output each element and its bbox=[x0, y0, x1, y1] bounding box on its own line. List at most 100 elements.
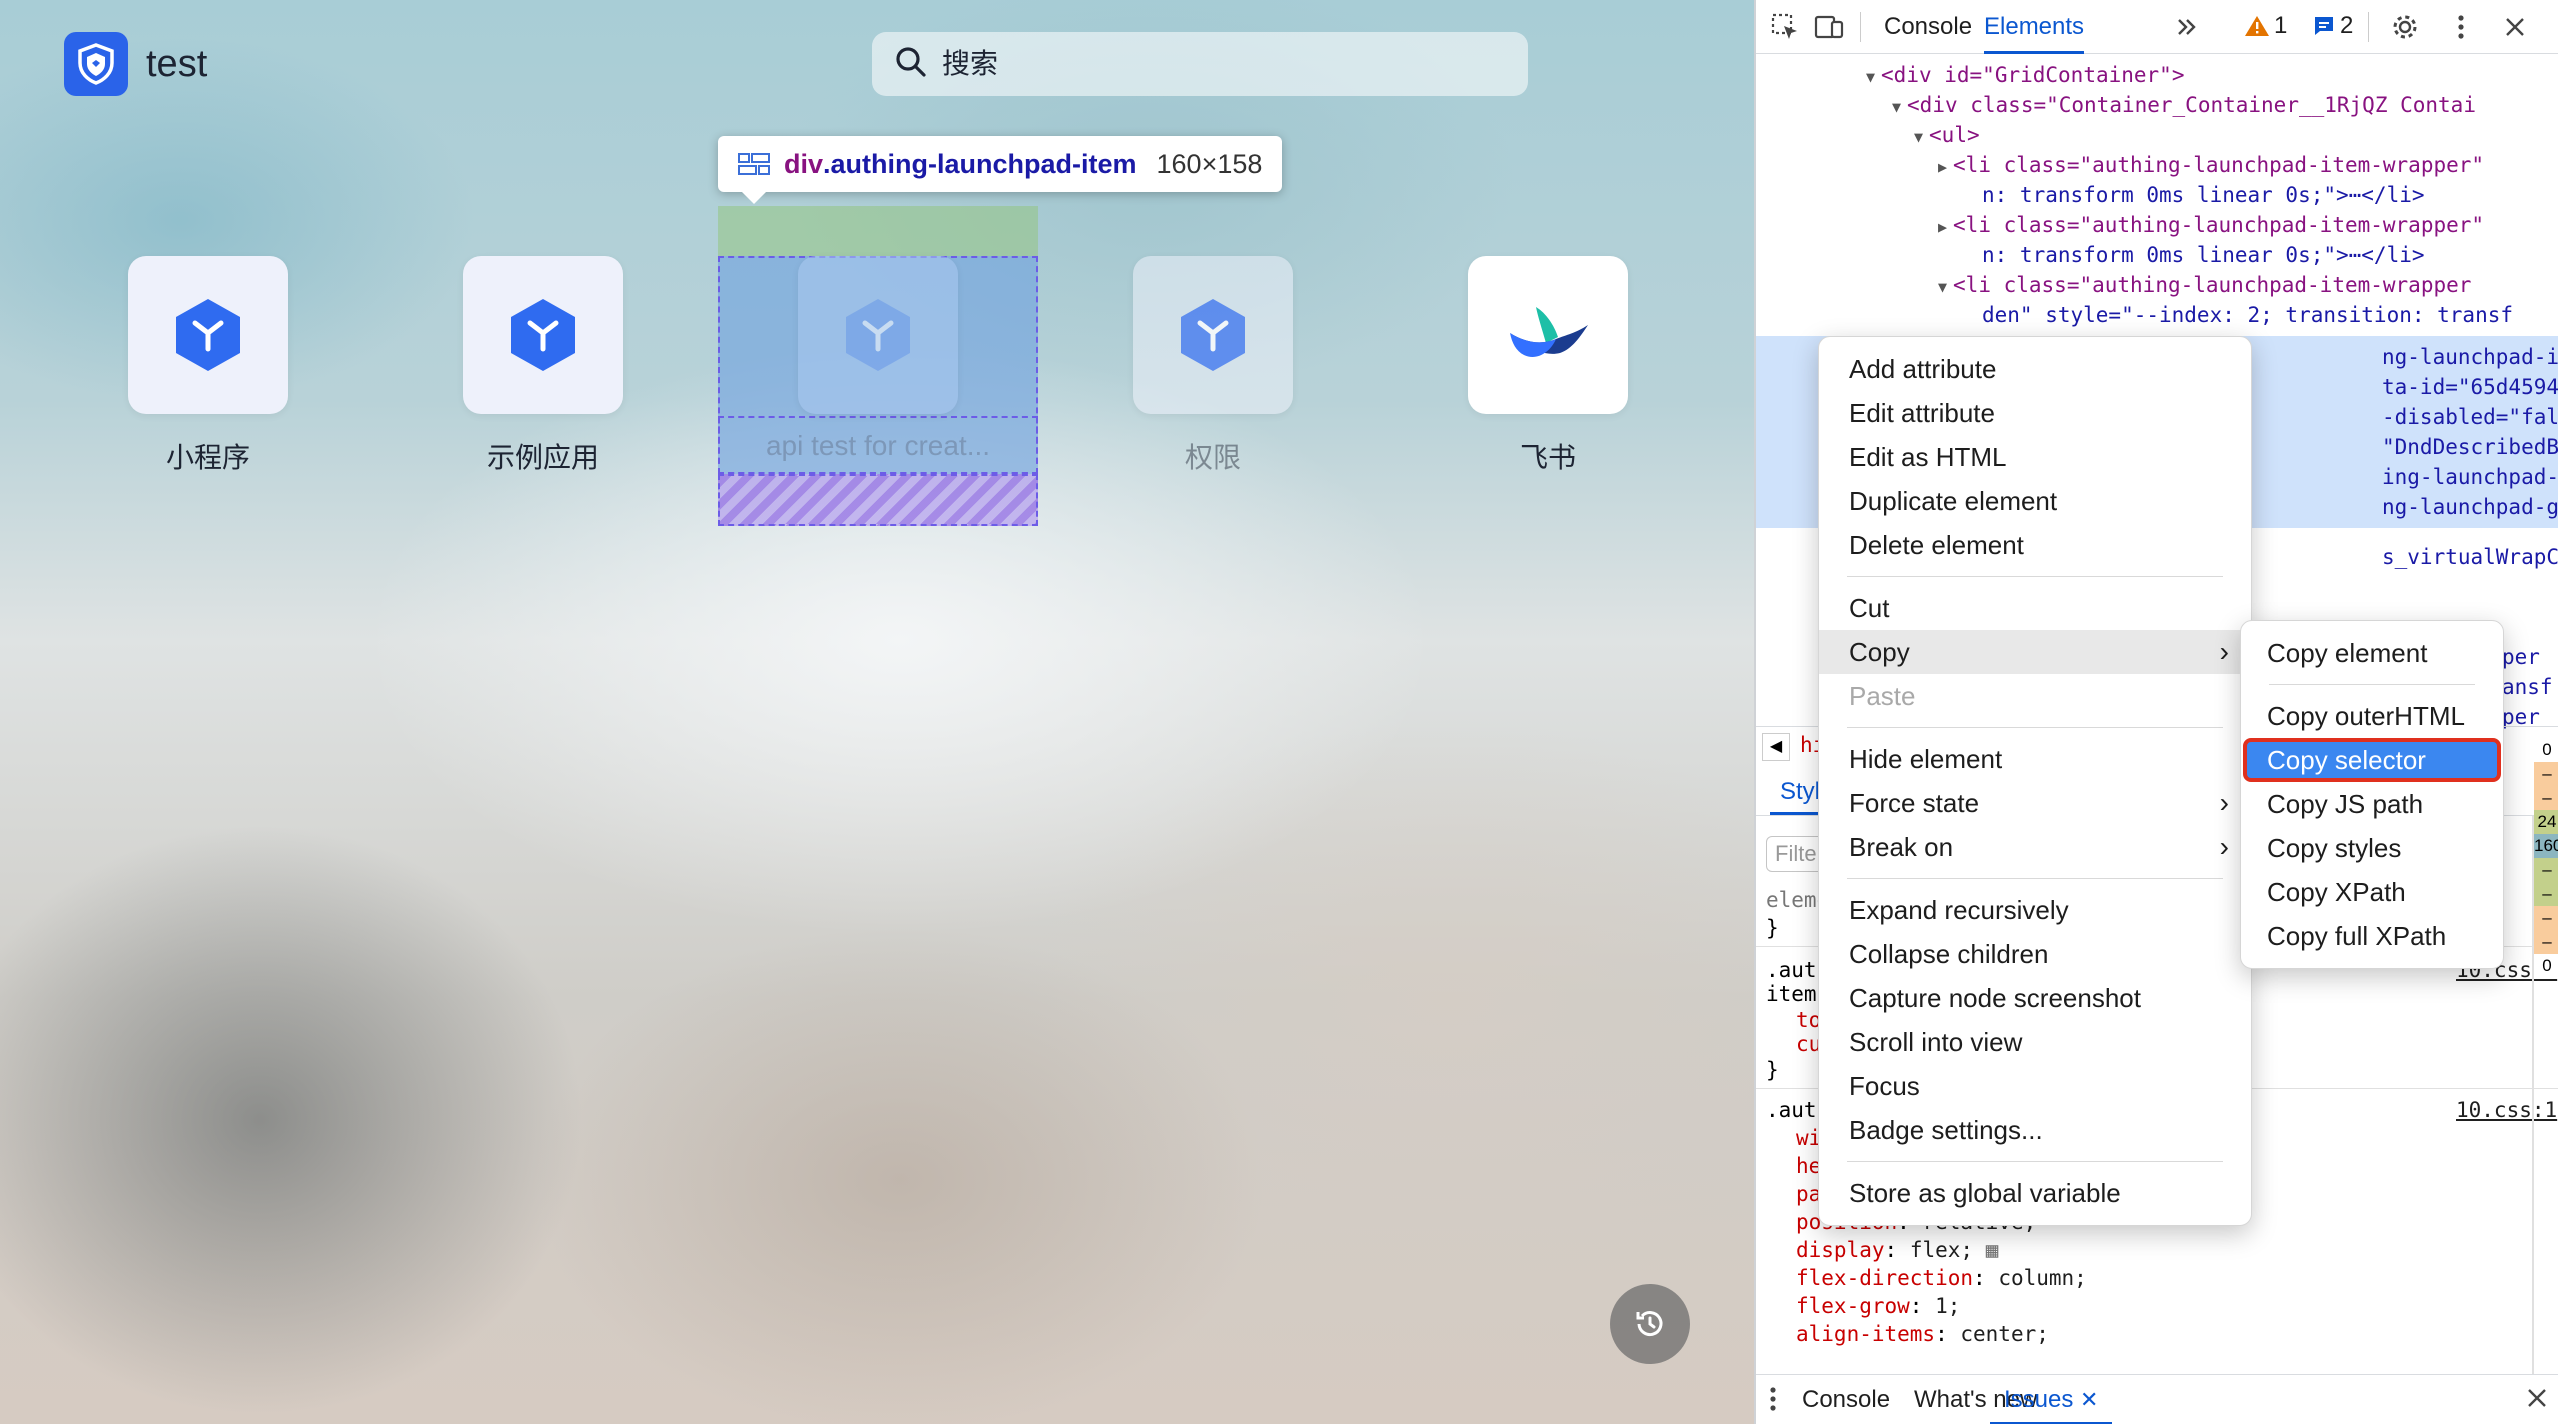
menu-item-copy-full-xpath[interactable]: Copy full XPath bbox=[2241, 914, 2503, 958]
menu-item-collapse-children[interactable]: Collapse children bbox=[1819, 932, 2251, 976]
tab-console[interactable]: Console bbox=[1884, 0, 1972, 54]
menu-item-break-on[interactable]: Break on › bbox=[1819, 825, 2251, 869]
menu-item-edit-as-html[interactable]: Edit as HTML bbox=[1819, 435, 2251, 479]
app-item-feishu[interactable]: 飞书 bbox=[1468, 256, 1628, 476]
box-model-value[interactable]: – bbox=[2534, 906, 2558, 930]
close-devtools-icon[interactable] bbox=[2498, 10, 2532, 44]
menu-item-hide-element[interactable]: Hide element bbox=[1819, 737, 2251, 781]
dom-node-line[interactable]: ansf bbox=[2502, 672, 2553, 702]
menu-item-delete-element[interactable]: Delete element bbox=[1819, 523, 2251, 567]
menu-item-copy-xpath[interactable]: Copy XPath bbox=[2241, 870, 2503, 914]
tooltip-tag: div bbox=[784, 148, 824, 179]
css-source-link[interactable]: 10.css:1 bbox=[2456, 1098, 2557, 1122]
grid-layout-icon bbox=[738, 153, 770, 175]
menu-item-copy-outerhtml[interactable]: Copy outerHTML bbox=[2241, 694, 2503, 738]
drawer-tab-issues[interactable]: Issues ✕ bbox=[1990, 1375, 2113, 1424]
app-item-permission[interactable]: 权限 bbox=[1133, 256, 1293, 476]
messages-counter[interactable]: 2 bbox=[2312, 12, 2353, 40]
menu-item-copy-js-path[interactable]: Copy JS path bbox=[2241, 782, 2503, 826]
app-label: 小程序 bbox=[165, 442, 250, 473]
app-item-miniprogram[interactable]: 小程序 bbox=[128, 256, 288, 476]
dom-node-line[interactable]: per bbox=[2502, 642, 2540, 672]
app-tile[interactable] bbox=[1133, 256, 1293, 414]
dom-node-line[interactable]: ▼ <li class="authing-launchpad-item-wrapp… bbox=[1938, 270, 2471, 300]
box-model-value[interactable]: 24 bbox=[2534, 810, 2558, 834]
menu-item-add-attribute[interactable]: Add attribute bbox=[1819, 347, 2251, 391]
close-tab-icon: ✕ bbox=[2080, 1387, 2099, 1412]
box-model-value[interactable]: – bbox=[2534, 882, 2558, 906]
device-toolbar-icon[interactable] bbox=[1812, 10, 1846, 44]
search-icon bbox=[894, 45, 928, 84]
app-tile[interactable] bbox=[1468, 256, 1628, 414]
search-bar[interactable] bbox=[872, 32, 1528, 96]
more-tabs-icon[interactable] bbox=[2170, 10, 2204, 44]
inspect-element-icon[interactable] bbox=[1768, 10, 1802, 44]
menu-item-badge-settings[interactable]: Badge settings... bbox=[1819, 1108, 2251, 1152]
close-drawer-icon[interactable] bbox=[2526, 1387, 2548, 1416]
dom-node-line[interactable]: "DndDescribedBy-1">⋯< bbox=[2382, 432, 2558, 462]
dom-node-line[interactable]: ▶ <li class="authing-launchpad-item-wrapp… bbox=[1938, 210, 2484, 240]
dom-node-line[interactable]: ▼ <div class="Container_Container__1RjQZ … bbox=[1892, 90, 2476, 120]
menu-item-copy-element[interactable]: Copy element bbox=[2241, 631, 2503, 675]
menu-item-focus[interactable]: Focus bbox=[1819, 1064, 2251, 1108]
menu-item-scroll-into-view[interactable]: Scroll into view bbox=[1819, 1020, 2251, 1064]
dom-node-line[interactable]: ▼ <ul> bbox=[1914, 120, 1980, 150]
settings-gear-icon[interactable] bbox=[2388, 10, 2422, 44]
brand[interactable]: test bbox=[64, 32, 207, 96]
css-decl-display[interactable]: display: flex; ▦ bbox=[1796, 1236, 1998, 1264]
inspect-hatched-overlay bbox=[718, 474, 1038, 526]
menu-item-capture-node-screenshot[interactable]: Capture node screenshot bbox=[1819, 976, 2251, 1020]
launchpad-page: test 小程序 示例应用 api test for creat... 权限 bbox=[0, 0, 1754, 1424]
app-tile[interactable] bbox=[128, 256, 288, 414]
box-model-value[interactable]: – bbox=[2534, 858, 2558, 882]
collapse-caret-icon: ▶ bbox=[1938, 158, 1948, 176]
dom-node-line[interactable]: ng-launchpad-group-stat bbox=[2382, 492, 2558, 522]
app-tile[interactable] bbox=[463, 256, 623, 414]
app-item-api-test[interactable] bbox=[798, 256, 958, 414]
warnings-counter[interactable]: 1 bbox=[2244, 12, 2287, 40]
menu-item-cut[interactable]: Cut bbox=[1819, 586, 2251, 630]
dom-node-line[interactable]: ng-launchpad-item" data bbox=[2382, 342, 2558, 372]
css-decl-align-items[interactable]: align-items: center; bbox=[1796, 1320, 2049, 1348]
inspect-tooltip: div .authing-launchpad-item 160×158 bbox=[718, 136, 1283, 204]
dom-node-line[interactable]: den" style="--index: 2; transition: tran… bbox=[1982, 300, 2513, 330]
dom-node-line[interactable]: ▶ <li class="authing-launchpad-item-wrapp… bbox=[1938, 150, 2484, 180]
box-model-value[interactable]: – bbox=[2534, 930, 2558, 954]
dom-node-line[interactable]: n: transform 0ms linear 0s;">⋯</li> bbox=[1982, 240, 2425, 270]
css-decl-flex-grow[interactable]: flex-grow: 1; bbox=[1796, 1292, 1960, 1320]
menu-item-copy-selector[interactable]: Copy selector bbox=[2243, 738, 2501, 782]
menu-item-store-as-global-variable[interactable]: Store as global variable bbox=[1819, 1171, 2251, 1215]
expand-caret-icon: ▼ bbox=[1866, 68, 1876, 86]
box-model-value[interactable]: 160×158 bbox=[2534, 834, 2558, 858]
dom-node-line[interactable]: -disabled="false" aria- bbox=[2382, 402, 2558, 432]
menu-item-edit-attribute[interactable]: Edit attribute bbox=[1819, 391, 2251, 435]
dom-node-line[interactable]: ta-id="65d4594fe7bb0ef6 bbox=[2382, 372, 2558, 402]
menu-item-copy[interactable]: Copy › bbox=[1819, 630, 2251, 674]
box-model-value[interactable]: – bbox=[2534, 786, 2558, 810]
menu-item-duplicate-element[interactable]: Duplicate element bbox=[1819, 479, 2251, 523]
css-decl-flex-direction[interactable]: flex-direction: column; bbox=[1796, 1264, 2087, 1292]
menu-item-copy-styles[interactable]: Copy styles bbox=[2241, 826, 2503, 870]
box-model-value[interactable]: 0 bbox=[2534, 738, 2558, 762]
dom-node-line[interactable]: n: transform 0ms linear 0s;">⋯</li> bbox=[1982, 180, 2425, 210]
dom-node-line[interactable]: s_virtualWrapClass__3Q1 bbox=[2382, 542, 2558, 572]
box-model-value[interactable]: – bbox=[2534, 762, 2558, 786]
menu-item-expand-recursively[interactable]: Expand recursively bbox=[1819, 888, 2251, 932]
box-model-value[interactable]: 0 bbox=[2534, 954, 2558, 978]
app-item-example[interactable]: 示例应用 bbox=[463, 256, 623, 476]
warning-count: 1 bbox=[2274, 12, 2288, 39]
history-button[interactable] bbox=[1610, 1284, 1690, 1364]
tab-elements[interactable]: Elements bbox=[1984, 0, 2085, 54]
app-tile[interactable] bbox=[798, 256, 958, 414]
search-input[interactable] bbox=[942, 48, 1502, 80]
expand-caret-icon: ▼ bbox=[1892, 98, 1902, 116]
dom-node-line[interactable]: ing-launchpad-item-conf bbox=[2382, 462, 2558, 492]
drawer-tab-console[interactable]: Console bbox=[1802, 1375, 1890, 1424]
menu-item-force-state[interactable]: Force state › bbox=[1819, 781, 2251, 825]
kebab-menu-icon[interactable] bbox=[2444, 10, 2478, 44]
dom-node-line[interactable]: ▼ <div id="GridContainer"> bbox=[1866, 60, 2184, 90]
drawer-menu-icon[interactable] bbox=[1768, 1385, 1778, 1420]
scroll-left-icon[interactable]: ◀ bbox=[1762, 733, 1790, 761]
chevron-right-icon: › bbox=[2219, 787, 2229, 818]
cube-icon bbox=[511, 299, 575, 371]
